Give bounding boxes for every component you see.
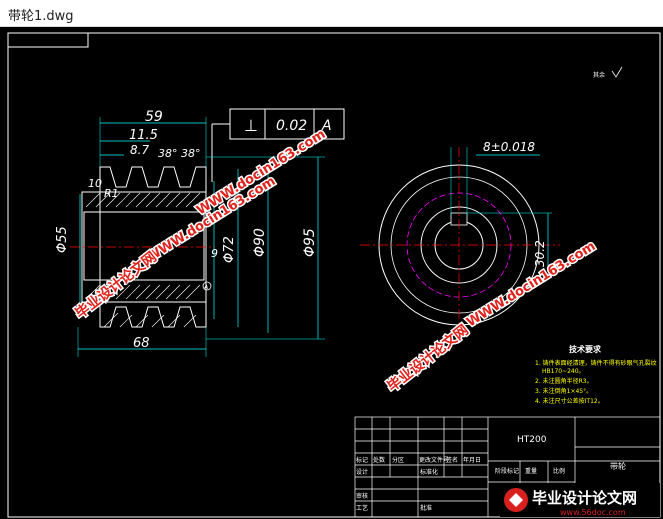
watermark-2: WWW.docin163.com <box>193 125 330 220</box>
watermark-url-3: WWW.docin163.com <box>464 239 598 331</box>
perpendicular-symbol: ⊥ <box>244 116 258 135</box>
dim-phi95: Φ95 <box>302 228 318 257</box>
watermark-url-2: WWW.docin163.com <box>194 127 328 219</box>
tech-req-item-4: 4. 未注尺寸公差按IT12。 <box>535 397 604 405</box>
dim-phi72: Φ72 <box>222 236 237 263</box>
tb-cell-0: 标记 <box>356 456 368 464</box>
tb-cell-2: 分区 <box>392 456 404 464</box>
tb-cell-5: 年月日 <box>463 456 481 464</box>
dim-59: 59 <box>145 109 163 125</box>
tech-req-title: 技术要求 <box>569 344 602 354</box>
dim-phi90: Φ90 <box>252 228 268 257</box>
tb-cell-13: 批准 <box>420 504 432 512</box>
cad-drawing-canvas[interactable]: 其余 ⊥ 0.02 A 59 11.5 8.7 38° 38° 10 R1 Φ5… <box>0 27 663 519</box>
tb-cell-12: 工艺 <box>356 504 368 512</box>
tech-req-item-3: 3. 未注倒角1×45°。 <box>535 387 592 395</box>
technical-requirements: 技术要求 1. 铸件表面经清理，铸件不得有砂眼气孔裂纹 HB170~240。 2… <box>535 344 657 405</box>
tolerance-frame: ⊥ 0.02 A <box>211 108 345 182</box>
logo-url: www.56doc.com <box>560 508 626 517</box>
dim-11-5: 11.5 <box>129 128 158 143</box>
material-label: HT200 <box>517 435 547 445</box>
dim-10: 10 <box>88 177 102 190</box>
dim-r1: R1 <box>104 187 119 200</box>
datum-a-marker: A <box>203 284 208 291</box>
pulley-end-view: 8±0.018 30.2 <box>360 140 560 345</box>
dim-angle-38-b: 38° <box>181 147 201 160</box>
tb-cell-9: 重量 <box>525 467 537 475</box>
watermark-1: WWW.docin163.com 毕业设计论文网 <box>70 172 279 323</box>
window-title: 带轮1.dwg <box>8 9 74 24</box>
part-name: 带轮 <box>610 461 626 471</box>
tb-cell-3: 更改文件号 <box>419 456 449 464</box>
drawing-border <box>7 32 661 518</box>
dim-68: 68 <box>133 336 150 351</box>
logo-title: 毕业设计论文网 <box>532 489 637 507</box>
tech-req-item-1b: HB170~240。 <box>542 368 585 375</box>
title-bar: 带轮1.dwg <box>0 0 663 27</box>
dim-key-depth: 30.2 <box>533 240 547 267</box>
drawing-svg: 其余 ⊥ 0.02 A 59 11.5 8.7 38° 38° 10 R1 Φ5… <box>7 32 661 518</box>
dim-keyway-width: 8±0.018 <box>483 140 535 154</box>
dim-9: 9 <box>211 247 218 260</box>
dim-phi55: Φ55 <box>55 226 70 253</box>
tb-cell-10: 比例 <box>553 467 565 475</box>
watermark-cn-3: 毕业设计论文网 <box>384 321 472 395</box>
corner-box <box>7 32 89 48</box>
tech-req-item-2: 2. 未注圆角半径R3。 <box>535 377 593 385</box>
tb-cell-8: 阶段标记 <box>495 467 519 475</box>
dim-8-7: 8.7 <box>130 143 149 157</box>
tech-req-item-1: 1. 铸件表面经清理，铸件不得有砂眼气孔裂纹 <box>535 359 657 367</box>
tb-cell-11: 审核 <box>356 492 368 500</box>
tb-cell-7: 标准化 <box>420 468 438 476</box>
tolerance-value: 0.02 <box>276 118 307 134</box>
site-logo: 毕业设计论文网 www.56doc.com <box>500 483 660 517</box>
roughness-symbol <box>611 66 623 78</box>
roughness-note: 其余 <box>593 71 605 79</box>
dim-angle-38: 38° <box>158 147 178 160</box>
tb-cell-4: 签名 <box>446 456 458 464</box>
tb-cell-1: 处数 <box>373 456 385 464</box>
tb-cell-6: 设计 <box>356 468 368 476</box>
